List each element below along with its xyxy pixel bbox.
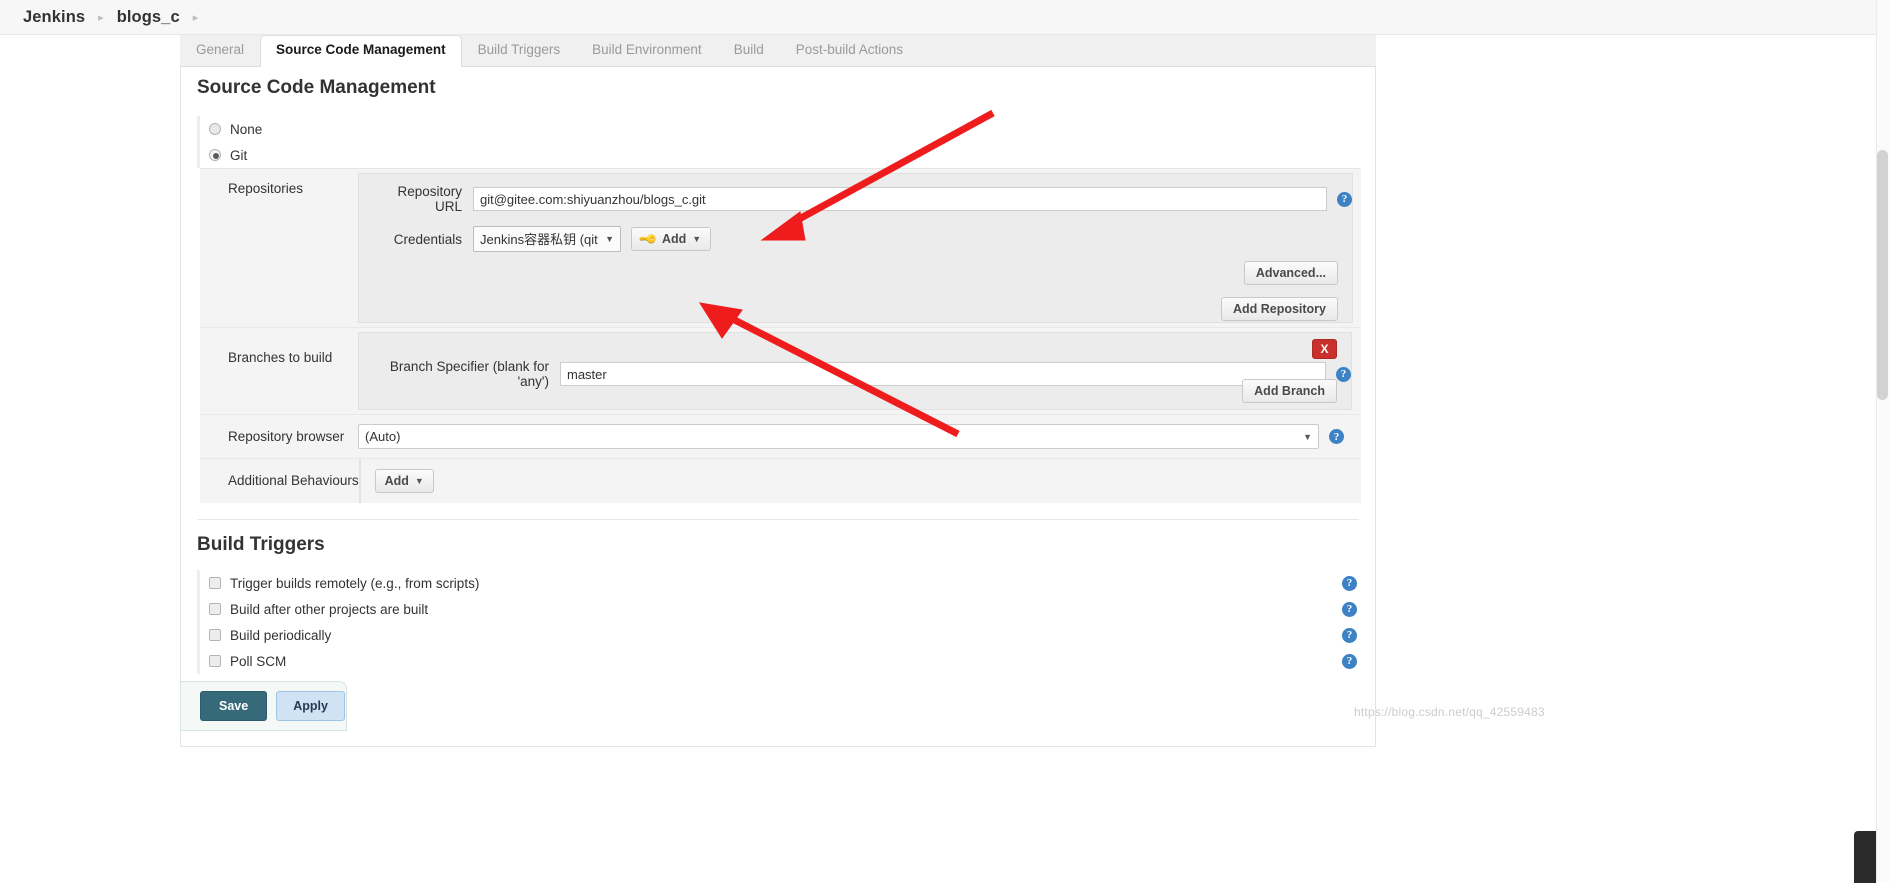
- branch-specifier-label: Branch Specifier (blank for 'any'): [389, 359, 549, 389]
- checkbox-trigger-remote[interactable]: [209, 577, 221, 589]
- tab-build-environment[interactable]: Build Environment: [576, 35, 718, 66]
- delete-branch-button[interactable]: X: [1312, 339, 1337, 359]
- checkbox-poll-scm[interactable]: [209, 655, 221, 667]
- trigger-after-projects-row[interactable]: Build after other projects are built ?: [200, 596, 1375, 622]
- trigger-periodically-row[interactable]: Build periodically ?: [200, 622, 1375, 648]
- section-divider: [197, 519, 1359, 520]
- scm-option-git[interactable]: Git: [200, 142, 1375, 168]
- trigger-periodically-label: Build periodically: [230, 627, 332, 643]
- trigger-after-projects-label: Build after other projects are built: [230, 601, 429, 617]
- repository-browser-body: (Auto) ▼ ?: [358, 415, 1361, 458]
- watermark-text: https://blog.csdn.net/qq_42559483: [1354, 705, 1545, 719]
- save-button[interactable]: Save: [200, 691, 268, 721]
- config-panel: Source Code Management None Git Reposito…: [180, 67, 1376, 747]
- tab-source-code-management[interactable]: Source Code Management: [260, 35, 462, 67]
- trigger-poll-scm-help-icon[interactable]: ?: [1342, 653, 1357, 669]
- repository-url-help-icon[interactable]: ?: [1337, 191, 1352, 207]
- trigger-after-projects-help-icon[interactable]: ?: [1342, 601, 1357, 617]
- branches-body: X Branch Specifier (blank for 'any') ? A…: [358, 328, 1384, 414]
- repository-url-row: Repository URL ?: [359, 174, 1352, 214]
- repository-url-label: Repository URL: [397, 184, 462, 214]
- repository-url-input[interactable]: [473, 187, 1327, 211]
- radio-git-icon[interactable]: [209, 149, 221, 161]
- credentials-label: Credentials: [393, 231, 462, 247]
- branch-entry: X Branch Specifier (blank for 'any') ? A…: [358, 332, 1352, 410]
- key-icon: 🔑: [638, 228, 659, 250]
- branch-specifier-help-icon[interactable]: ?: [1336, 366, 1351, 382]
- scm-option-none[interactable]: None: [200, 116, 1375, 142]
- tabbar-right-filler: [1376, 35, 1889, 67]
- repository-browser-help-icon[interactable]: ?: [1329, 429, 1344, 444]
- repository-browser-select-wrap: (Auto) ▼: [358, 424, 1319, 449]
- scm-radio-group: None Git: [197, 116, 1375, 168]
- repositories-body: Repository URL ? Credentials Jenkins容器私钥…: [358, 169, 1385, 327]
- repositories-label: Repositories: [228, 181, 304, 196]
- branch-specifier-row: Branch Specifier (blank for 'any') ?: [359, 333, 1351, 389]
- trigger-poll-scm-row[interactable]: Poll SCM ?: [200, 648, 1375, 674]
- config-tabbar: General Source Code Management Build Tri…: [180, 35, 1376, 67]
- tab-build[interactable]: Build: [718, 35, 780, 66]
- additional-behaviours-row: Additional Behaviours Add ▼: [200, 459, 1361, 503]
- build-triggers-list: Trigger builds remotely (e.g., from scri…: [197, 570, 1375, 674]
- repositories-row: Repositories Repository URL ? Credential…: [200, 169, 1361, 328]
- scm-option-git-label: Git: [230, 147, 248, 163]
- tab-post-build-actions[interactable]: Post-build Actions: [780, 35, 919, 66]
- trigger-remote-label: Trigger builds remotely (e.g., from scri…: [230, 575, 480, 591]
- trigger-periodically-help-icon[interactable]: ?: [1342, 627, 1357, 643]
- trigger-remote-row[interactable]: Trigger builds remotely (e.g., from scri…: [200, 570, 1375, 596]
- credentials-row: Credentials Jenkins容器私钥 (qitee) ▼ 🔑 Add: [359, 214, 1352, 252]
- repository-entry: Repository URL ? Credentials Jenkins容器私钥…: [358, 173, 1353, 323]
- credentials-select-wrap: Jenkins容器私钥 (qitee) ▼: [473, 226, 621, 252]
- branch-specifier-input[interactable]: [560, 362, 1326, 386]
- corner-badge: [1854, 831, 1876, 883]
- breadcrumb-dropdown-icon[interactable]: ▸: [193, 11, 199, 24]
- add-credentials-label: Add: [661, 232, 687, 246]
- repository-browser-select[interactable]: (Auto): [358, 424, 1319, 449]
- trigger-poll-scm-label: Poll SCM: [230, 653, 287, 669]
- additional-behaviours-label: Additional Behaviours: [228, 473, 359, 488]
- page-title: Source Code Management: [197, 77, 436, 98]
- scrollbar-thumb[interactable]: [1877, 150, 1888, 400]
- checkbox-build-after-projects[interactable]: [209, 603, 221, 615]
- branches-row: Branches to build X Branch Specifier (bl…: [200, 328, 1361, 415]
- add-credentials-button[interactable]: 🔑 Add ▼: [631, 227, 712, 251]
- repository-browser-row: Repository browser (Auto) ▼ ?: [200, 415, 1361, 459]
- breadcrumb-item-jenkins[interactable]: Jenkins: [23, 8, 85, 27]
- build-triggers-title: Build Triggers: [197, 534, 325, 555]
- repository-browser-label: Repository browser: [228, 429, 345, 444]
- branches-label: Branches to build: [228, 350, 333, 365]
- breadcrumb-separator-icon: ▸: [98, 11, 104, 24]
- app-root: Jenkins ▸ blogs_c ▸ General Source Code …: [0, 0, 1889, 883]
- page-scrollbar[interactable]: [1876, 0, 1889, 883]
- git-config-block: Repositories Repository URL ? Credential…: [200, 168, 1361, 503]
- add-branch-button[interactable]: Add Branch: [1242, 379, 1337, 403]
- checkbox-build-periodically[interactable]: [209, 629, 221, 641]
- breadcrumb-item-project[interactable]: blogs_c: [117, 8, 180, 27]
- scm-option-none-label: None: [230, 121, 263, 137]
- add-behaviour-label: Add: [384, 474, 409, 488]
- tab-build-triggers[interactable]: Build Triggers: [462, 35, 577, 66]
- credentials-select[interactable]: Jenkins容器私钥 (qitee): [473, 226, 621, 252]
- add-repository-button[interactable]: Add Repository: [1220, 297, 1338, 321]
- trigger-remote-help-icon[interactable]: ?: [1342, 575, 1357, 591]
- additional-behaviours-body: Add ▼: [358, 459, 1361, 503]
- breadcrumb: Jenkins ▸ blogs_c ▸: [0, 0, 1889, 35]
- add-behaviour-button[interactable]: Add ▼: [374, 469, 434, 493]
- radio-none-icon[interactable]: [209, 123, 221, 135]
- form-action-bar: Save Apply: [180, 681, 347, 731]
- tab-general[interactable]: General: [180, 35, 260, 66]
- apply-button[interactable]: Apply: [276, 691, 345, 721]
- tabbar-left-filler: [0, 35, 180, 67]
- advanced-button[interactable]: Advanced...: [1243, 261, 1338, 285]
